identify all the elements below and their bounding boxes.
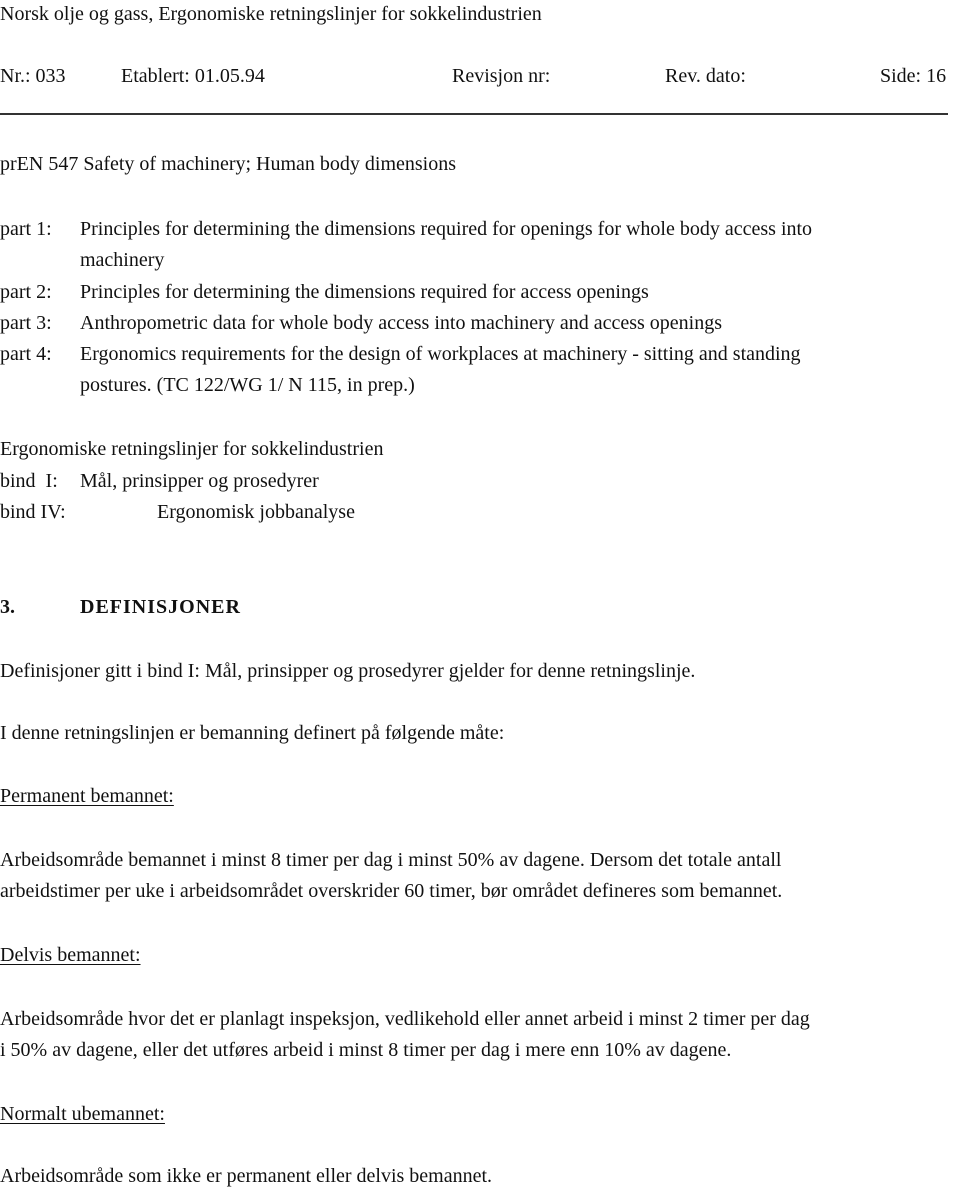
definition-text: i 50% av dagene, eller det utføres arbei… [0, 1039, 732, 1061]
section-heading: DEFINISJONER [80, 596, 241, 618]
part-text: Principles for determining the dimension… [80, 218, 813, 240]
guidelines-title: Ergonomiske retningslinjer for sokkelind… [0, 438, 384, 460]
part-label: part 3: [0, 312, 52, 334]
revision-date: Rev. dato: [665, 65, 746, 87]
definition-text: arbeidstimer per uke i arbeidsområdet ov… [0, 880, 783, 902]
part-text: postures. (TC 122/WG 1/ N 115, in prep.) [80, 374, 415, 396]
part-label: part 4: [0, 343, 52, 365]
header-divider [0, 113, 948, 115]
definition-text: Arbeidsområde bemannet i minst 8 timer p… [0, 849, 782, 871]
established-date: Etablert: 01.05.94 [121, 65, 265, 87]
part-text: Ergonomics requirements for the design o… [80, 343, 801, 365]
revision-number: Revisjon nr: [452, 65, 551, 87]
definition-term: Delvis bemannet: [0, 944, 141, 966]
intro-paragraph-2: I denne retningslinjen er bemanning defi… [0, 722, 505, 744]
definition-term: Normalt ubemannet: [0, 1103, 165, 1125]
definition-term: Permanent bemannet: [0, 785, 174, 807]
bind-1-text: Mål, prinsipper og prosedyrer [80, 470, 319, 492]
intro-paragraph-1: Definisjoner gitt i bind I: Mål, prinsip… [0, 660, 696, 682]
document-header-title: Norsk olje og gass, Ergonomiske retnings… [0, 3, 542, 25]
page-number: Side: 16 [880, 65, 947, 87]
bind-1-label: bind I: [0, 470, 58, 492]
definition-text: Arbeidsområde hvor det er planlagt inspe… [0, 1008, 810, 1030]
part-text: machinery [80, 249, 165, 271]
part-label: part 2: [0, 281, 52, 303]
bind-4-label: bind IV: [0, 501, 66, 523]
part-text: Principles for determining the dimension… [80, 281, 649, 303]
doc-number: Nr.: 033 [0, 65, 66, 87]
part-label: part 1: [0, 218, 52, 240]
standard-title: prEN 547 Safety of machinery; Human body… [0, 153, 457, 175]
section-number: 3. [0, 596, 15, 618]
definition-text: Arbeidsområde som ikke er permanent elle… [0, 1165, 493, 1187]
part-text: Anthropometric data for whole body acces… [80, 312, 723, 334]
bind-4-text: Ergonomisk jobbanalyse [157, 501, 355, 523]
